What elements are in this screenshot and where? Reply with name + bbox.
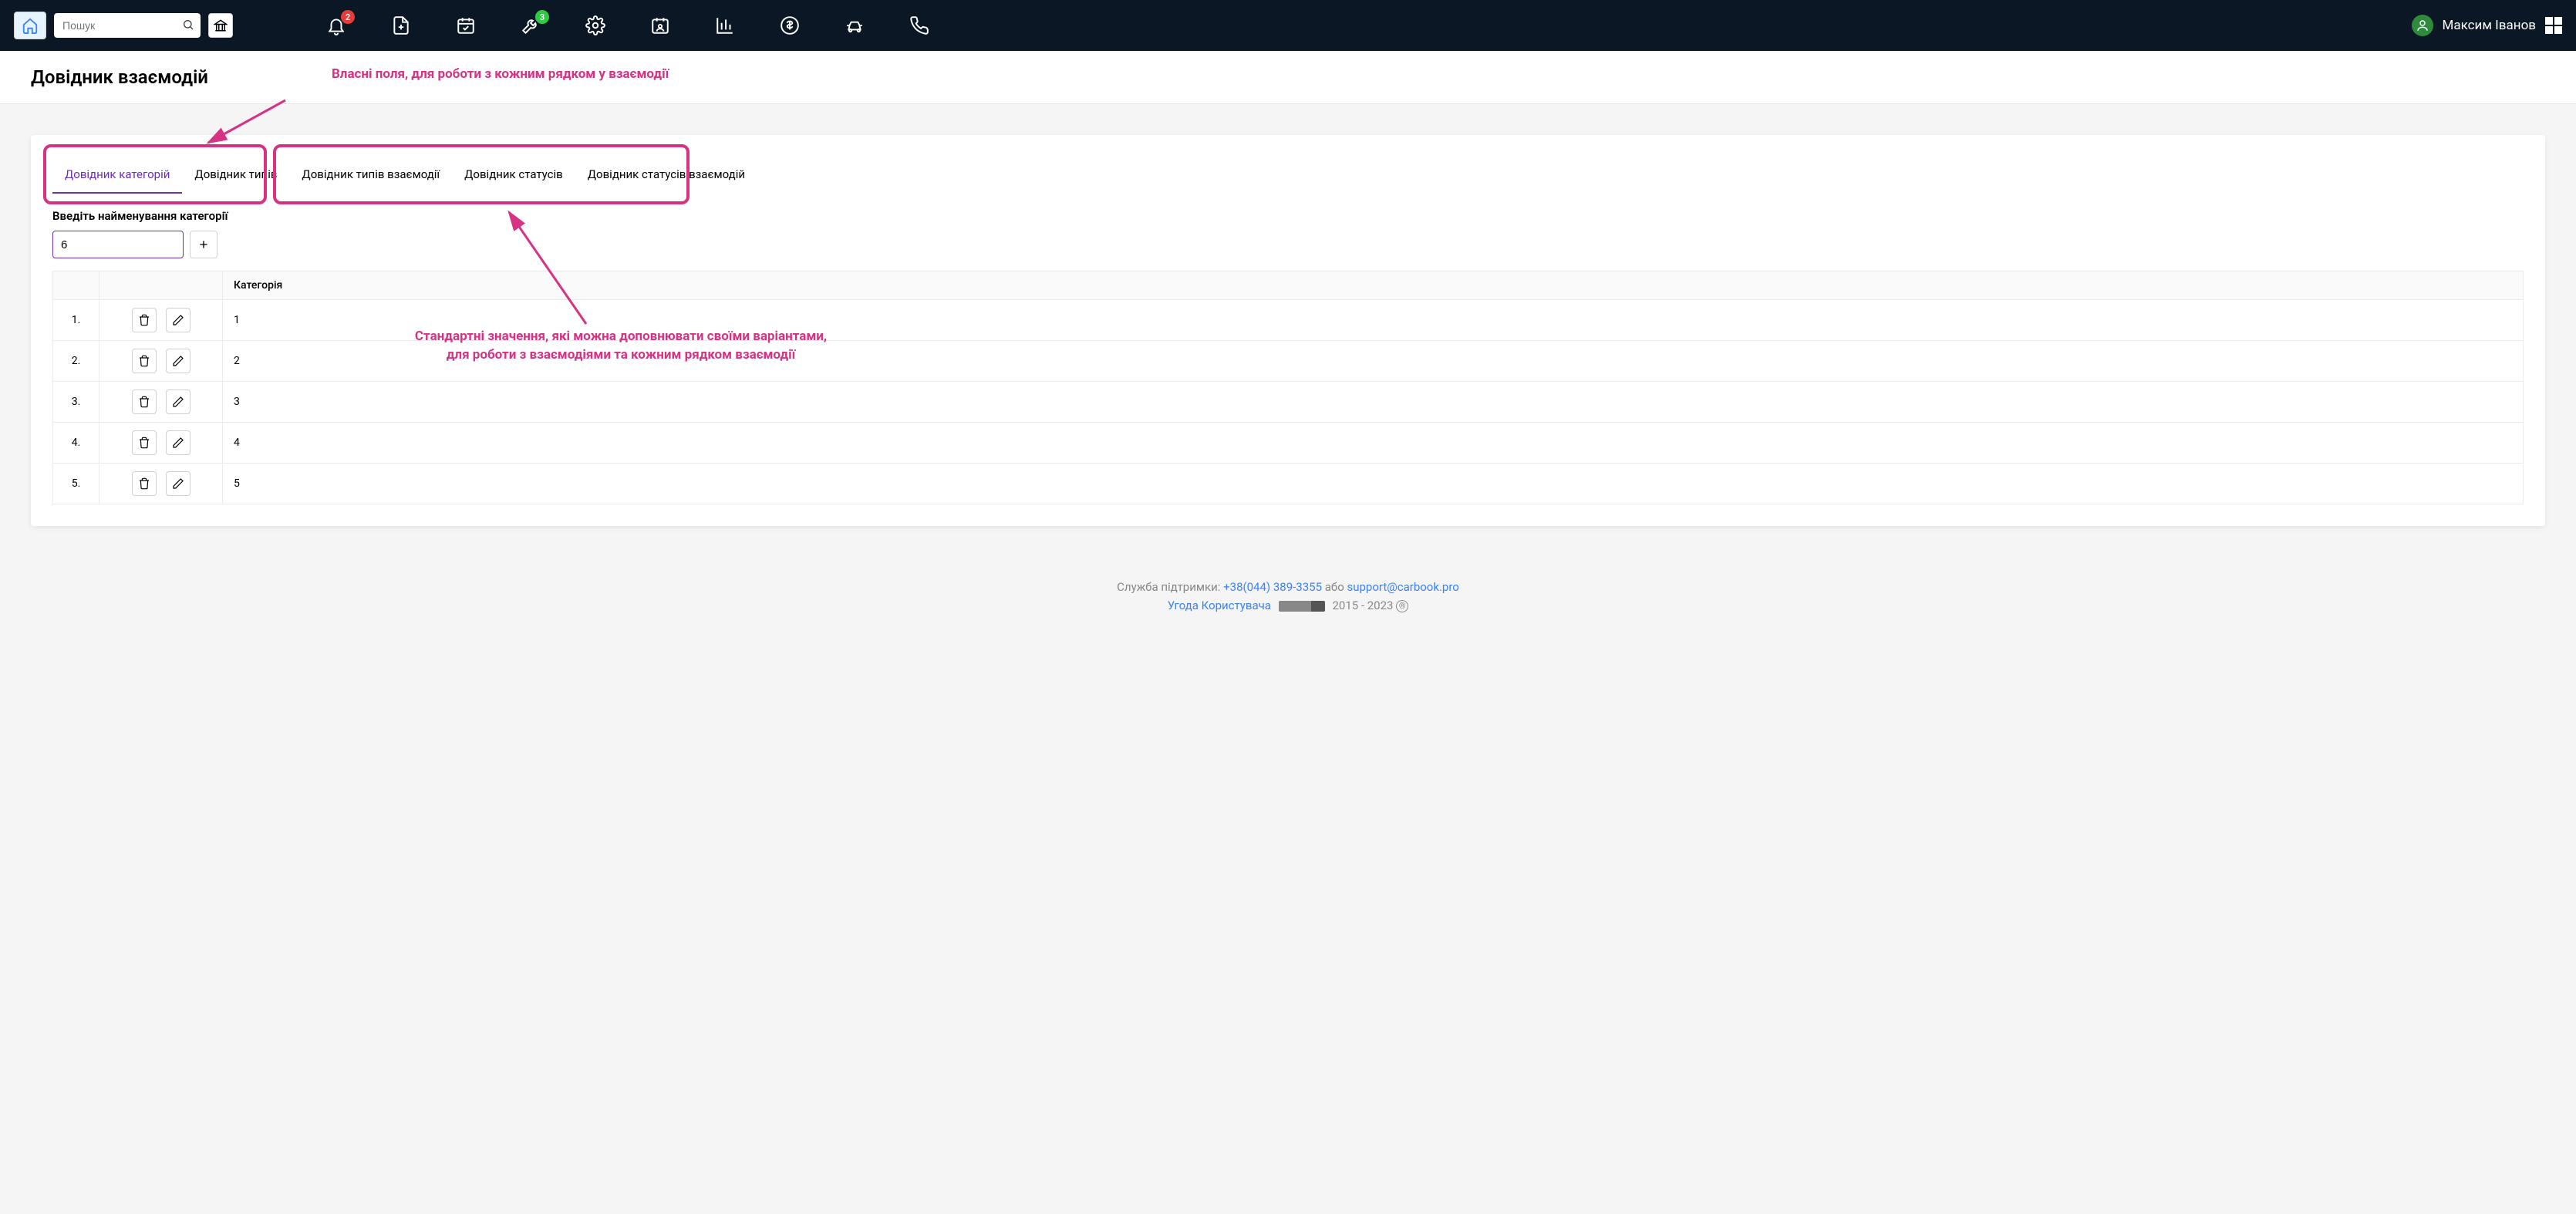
pencil-icon <box>172 355 184 367</box>
row-number: 2. <box>53 341 99 382</box>
home-icon <box>22 17 39 34</box>
footer-years: 2015 - 2023 <box>1332 599 1393 612</box>
tab-interaction-statuses[interactable]: Довідник статусів взаємодій <box>575 157 757 194</box>
notifications-button[interactable]: 2 <box>325 15 347 36</box>
col-actions <box>99 271 223 300</box>
username-label[interactable]: Максим Іванов <box>2443 18 2537 33</box>
delete-row-button[interactable] <box>132 389 157 414</box>
tab-types[interactable]: Довідник типів <box>182 157 289 194</box>
user-icon <box>2416 19 2429 32</box>
trash-icon <box>138 355 150 367</box>
pencil-icon <box>172 437 184 449</box>
categories-table: Категорія 1.12.23.34.45.5 <box>52 271 2524 504</box>
row-number: 3. <box>53 382 99 423</box>
tools-badge: 3 <box>535 10 549 24</box>
row-actions <box>99 300 223 341</box>
add-document-icon <box>391 15 411 35</box>
pencil-icon <box>172 396 184 408</box>
delete-row-button[interactable] <box>132 308 157 332</box>
home-button[interactable] <box>14 12 46 39</box>
reports-button[interactable] <box>714 15 736 36</box>
table-row: 5.5 <box>53 464 2524 504</box>
col-number <box>53 271 99 300</box>
tab-interaction-types[interactable]: Довідник типів взаємодії <box>289 157 452 194</box>
search-container <box>54 13 201 38</box>
col-category: Категорія <box>223 271 2524 300</box>
vehicle-button[interactable] <box>844 15 865 36</box>
category-input-label: Введіть найменування категорії <box>52 209 2524 223</box>
edit-row-button[interactable] <box>166 349 191 373</box>
notifications-badge: 2 <box>341 10 355 24</box>
row-actions <box>99 341 223 382</box>
edit-row-button[interactable] <box>166 430 191 455</box>
calls-button[interactable] <box>909 15 930 36</box>
user-agreement-link[interactable]: Угода Користувача <box>1168 599 1271 612</box>
annotation-middle: Стандартні значення, які можна доповнюва… <box>401 328 841 365</box>
row-actions <box>99 382 223 423</box>
bank-icon <box>214 19 228 32</box>
trash-icon <box>138 314 150 326</box>
table-row: 3.3 <box>53 382 2524 423</box>
nav-right-group: Максим Іванов <box>2412 15 2563 36</box>
settings-button[interactable] <box>585 15 606 36</box>
support-or: або <box>1325 580 1347 594</box>
footer: Служба підтримки: +38(044) 389-3355 або … <box>0 557 2576 636</box>
row-actions <box>99 464 223 504</box>
edit-row-button[interactable] <box>166 471 191 496</box>
truck-icon <box>1279 601 1325 612</box>
table-row: 4.4 <box>53 423 2524 464</box>
category-name-input[interactable] <box>52 231 184 258</box>
edit-row-button[interactable] <box>166 389 191 414</box>
dollar-icon <box>780 15 800 35</box>
tab-statuses[interactable]: Довідник статусів <box>452 157 575 194</box>
search-input[interactable] <box>54 13 201 38</box>
tools-button[interactable]: 3 <box>520 15 541 36</box>
pencil-icon <box>172 314 184 326</box>
tabs-container: Довідник категорій Довідник типів Довідн… <box>52 135 2524 194</box>
search-icon <box>182 19 194 31</box>
car-icon <box>845 15 865 35</box>
plus-icon <box>197 238 210 251</box>
nav-icons-group: 2 3 <box>325 15 930 36</box>
calendar-user-button[interactable] <box>649 15 671 36</box>
top-navbar: 2 3 Макс <box>0 0 2576 51</box>
trash-icon <box>138 396 150 408</box>
edit-row-button[interactable] <box>166 308 191 332</box>
trash-icon <box>138 437 150 449</box>
bank-button[interactable] <box>208 13 233 38</box>
tab-categories[interactable]: Довідник категорій <box>52 157 182 194</box>
bar-chart-icon <box>715 15 735 35</box>
delete-row-button[interactable] <box>132 430 157 455</box>
delete-row-button[interactable] <box>132 349 157 373</box>
registered-mark: ® <box>1396 600 1408 612</box>
row-value: 5 <box>223 464 2524 504</box>
page-header: Довідник взаємодій Власні поля, для робо… <box>0 51 2576 104</box>
row-number: 5. <box>53 464 99 504</box>
page-title: Довідник взаємодій <box>31 66 208 88</box>
gear-icon <box>585 15 605 35</box>
row-number: 4. <box>53 423 99 464</box>
user-avatar[interactable] <box>2412 15 2433 36</box>
support-label: Служба підтримки: <box>1117 580 1223 594</box>
calendar-user-icon <box>650 15 670 35</box>
main-card: Довідник категорій Довідник типів Довідн… <box>31 135 2545 526</box>
row-number: 1. <box>53 300 99 341</box>
phone-icon <box>909 15 929 35</box>
delete-row-button[interactable] <box>132 471 157 496</box>
apps-menu-button[interactable] <box>2545 17 2562 34</box>
support-phone-link[interactable]: +38(044) 389-3355 <box>1223 580 1322 594</box>
support-email-link[interactable]: support@carbook.pro <box>1347 580 1459 594</box>
new-document-button[interactable] <box>390 15 412 36</box>
calendar-check-button[interactable] <box>455 15 477 36</box>
row-value: 3 <box>223 382 2524 423</box>
calendar-check-icon <box>456 15 476 35</box>
row-actions <box>99 423 223 464</box>
annotation-top: Власні поля, для роботи з кожним рядком … <box>332 66 669 82</box>
add-category-button[interactable] <box>190 231 217 258</box>
row-value: 4 <box>223 423 2524 464</box>
pencil-icon <box>172 477 184 490</box>
trash-icon <box>138 477 150 490</box>
finance-button[interactable] <box>779 15 801 36</box>
